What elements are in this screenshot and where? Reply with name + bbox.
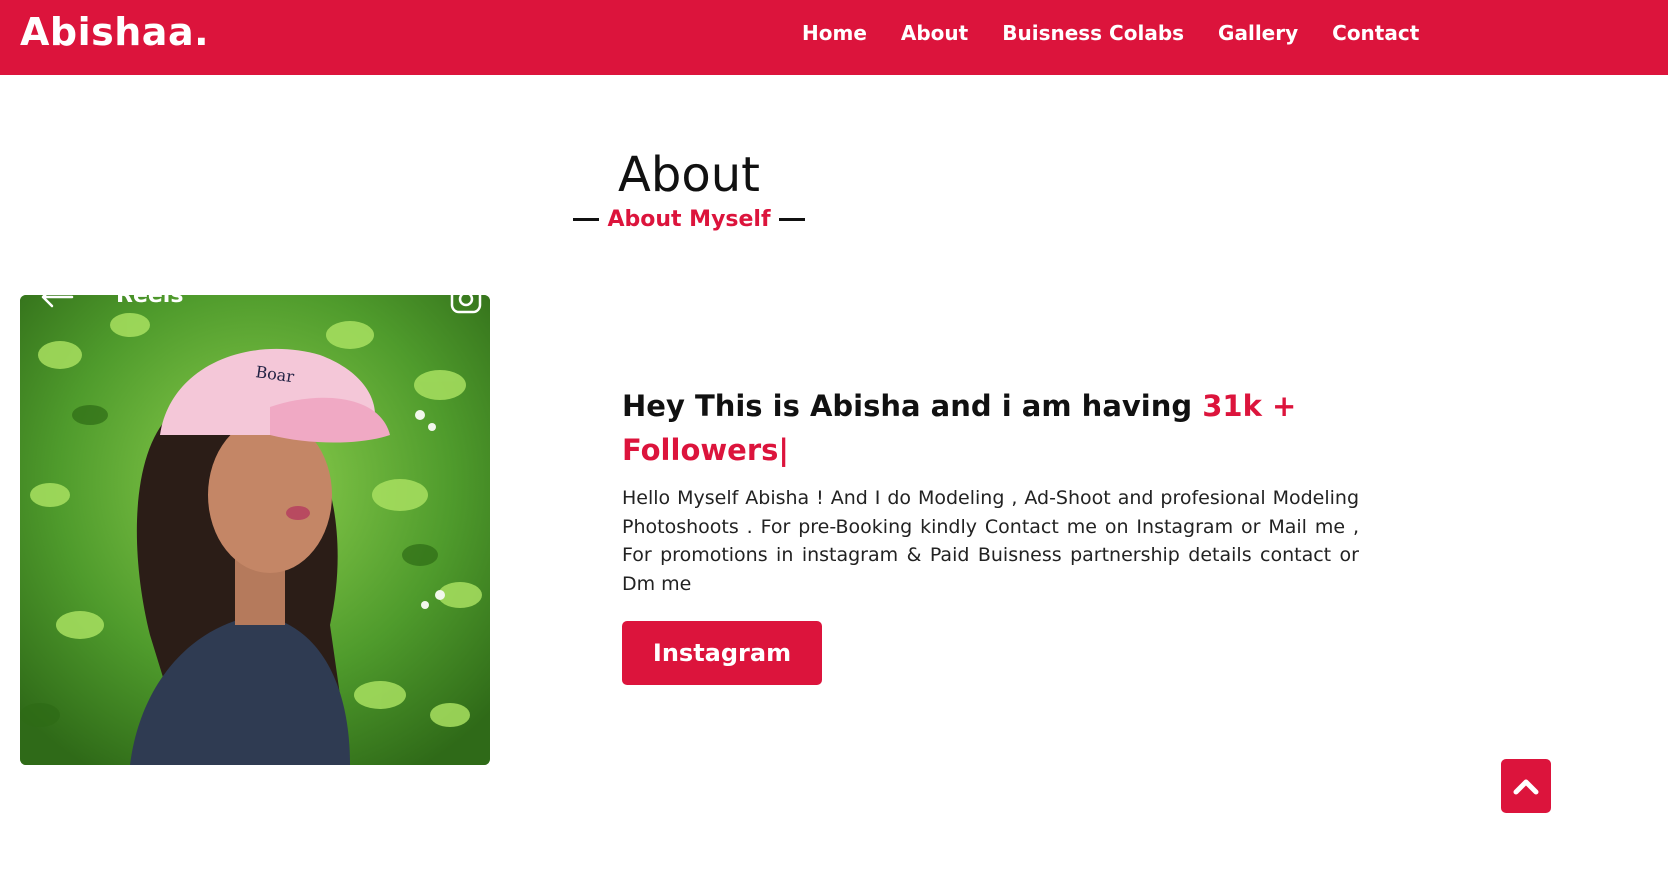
chevron-up-icon xyxy=(1513,779,1539,795)
profile-photo-illustration: Boar xyxy=(20,295,490,765)
instagram-button[interactable]: Instagram xyxy=(622,621,822,685)
scroll-to-top-button[interactable] xyxy=(1501,759,1551,813)
nav-link-gallery[interactable]: Gallery xyxy=(1218,21,1298,45)
instagram-icon[interactable] xyxy=(450,286,482,314)
reels-label: Reels xyxy=(116,283,184,308)
nav-menu: Home About Buisness Colabs Gallery Conta… xyxy=(802,21,1419,45)
profile-photo: Boar xyxy=(20,295,490,765)
about-heading-text: Hey This is Abisha and i am having xyxy=(622,389,1203,423)
nav-link-business-colabs[interactable]: Buisness Colabs xyxy=(1002,21,1184,45)
section-title: About xyxy=(618,147,760,203)
site-logo[interactable]: Abishaa. xyxy=(20,10,209,54)
nav-link-contact[interactable]: Contact xyxy=(1332,21,1419,45)
section-subtitle: About Myself xyxy=(0,207,1378,232)
about-description: Hello Myself Abisha ! And I do Modeling … xyxy=(622,487,1359,595)
about-heading: Hey This is Abisha and i am having 31k +… xyxy=(622,384,1362,472)
nav-link-about[interactable]: About xyxy=(901,21,968,45)
subtitle-dash-right xyxy=(778,218,805,221)
nav-link-home[interactable]: Home xyxy=(802,21,867,45)
section-subtitle-text: About Myself xyxy=(607,207,771,232)
back-arrow-icon[interactable] xyxy=(40,286,74,308)
subtitle-dash-left xyxy=(573,218,600,221)
navbar: Abishaa. Home About Buisness Colabs Gall… xyxy=(0,0,1668,75)
